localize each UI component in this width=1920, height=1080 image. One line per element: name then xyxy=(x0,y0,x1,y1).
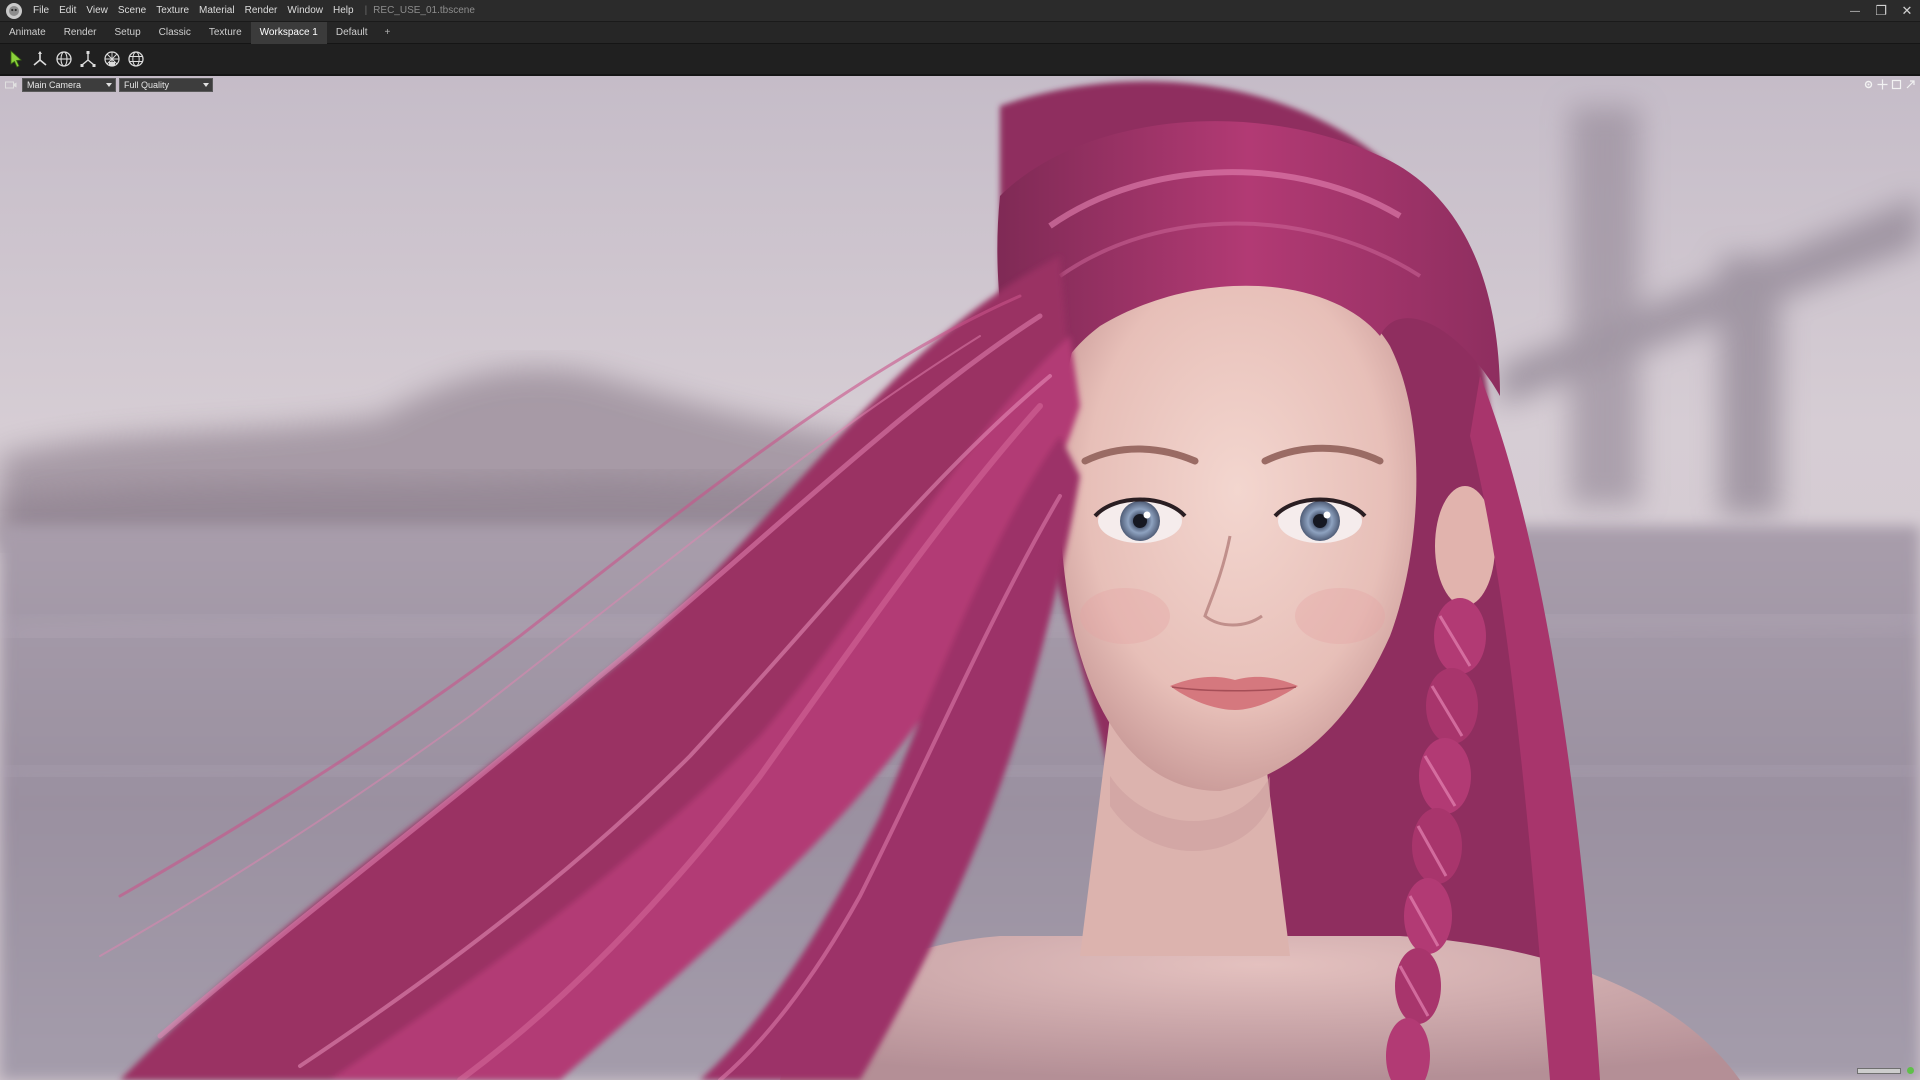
menu-item-scene[interactable]: Scene xyxy=(113,0,151,22)
menu-item-texture[interactable]: Texture xyxy=(151,0,194,22)
chevron-down-icon xyxy=(203,83,209,87)
world-tool-button[interactable] xyxy=(124,47,148,71)
window-controls: — ❐ ✕ xyxy=(1842,0,1920,22)
title-menu-bar: File Edit View Scene Texture Material Render Wi… xyxy=(0,0,1920,22)
tab-texture[interactable]: Texture xyxy=(200,22,251,44)
camera-select[interactable]: Main Camera xyxy=(22,78,116,92)
tab-workspace-1[interactable]: Workspace 1 xyxy=(250,21,327,44)
viewport-maximize-button[interactable] xyxy=(1891,79,1902,90)
menu: File Edit View Scene Texture Material Render Wi… xyxy=(28,0,359,22)
viewport-header: Main Camera Full Quality xyxy=(0,76,1920,94)
viewport-move-button[interactable] xyxy=(1877,79,1888,90)
move-tool-button[interactable] xyxy=(28,47,52,71)
maximize-button[interactable]: ❐ xyxy=(1868,0,1894,22)
close-icon: ✕ xyxy=(1901,3,1913,18)
minimize-icon: — xyxy=(1850,5,1860,17)
menu-item-help[interactable]: Help xyxy=(328,0,359,22)
popout-icon xyxy=(1906,80,1915,89)
select-arrow-icon xyxy=(10,50,22,68)
workspace-tabs: Animate Render Setup Classic Texture Workspac… xyxy=(0,21,377,44)
maximize-icon xyxy=(1891,79,1902,90)
rotate-gizmo-icon xyxy=(56,51,72,67)
menu-item-window[interactable]: Window xyxy=(282,0,328,22)
tab-setup[interactable]: Setup xyxy=(106,22,150,44)
skeleton-mesh-icon xyxy=(104,51,120,67)
viewport-camera-button[interactable] xyxy=(4,79,18,91)
chevron-down-icon xyxy=(106,83,112,87)
viewport-settings-button[interactable] xyxy=(1863,79,1874,90)
menu-item-view[interactable]: View xyxy=(81,0,113,22)
select-tool-button[interactable] xyxy=(4,47,28,71)
move-icon xyxy=(1877,79,1888,90)
render-progress-bar xyxy=(1857,1067,1901,1074)
scale-tool-button[interactable] xyxy=(76,47,100,71)
minimize-button[interactable]: — xyxy=(1842,0,1868,22)
title-separator: | xyxy=(364,5,368,16)
quality-select[interactable]: Full Quality xyxy=(119,78,213,92)
menu-item-edit[interactable]: Edit xyxy=(54,0,81,22)
settings-icon xyxy=(1864,80,1873,89)
app-logo-icon[interactable] xyxy=(6,2,22,19)
window-title: REC_USE_01.tbscene xyxy=(373,5,475,16)
tab-default[interactable]: Default xyxy=(327,22,377,44)
scene-background xyxy=(0,76,1920,1080)
world-grid-icon xyxy=(128,51,144,67)
move-gizmo-icon xyxy=(33,51,47,66)
tab-animate[interactable]: Animate xyxy=(0,22,55,44)
add-workspace-button[interactable]: + xyxy=(377,27,399,38)
render-status-indicator xyxy=(1907,1067,1914,1074)
menu-item-file[interactable]: File xyxy=(28,0,54,22)
viewport-header-icons xyxy=(1863,79,1916,90)
menu-item-render[interactable]: Render xyxy=(240,0,283,22)
maximize-icon: ❐ xyxy=(1875,3,1887,18)
main-toolbar xyxy=(0,44,1920,76)
menu-item-material[interactable]: Material xyxy=(194,0,240,22)
close-button[interactable]: ✕ xyxy=(1894,0,1920,22)
viewport-footer xyxy=(1857,1067,1914,1074)
render-viewport[interactable]: Main Camera Full Quality xyxy=(0,76,1920,1080)
skeleton-tool-button[interactable] xyxy=(100,47,124,71)
camera-icon xyxy=(5,81,17,89)
tab-render[interactable]: Render xyxy=(55,22,106,44)
workspace-tab-bar: Animate Render Setup Classic Texture Workspac… xyxy=(0,21,1920,44)
quality-select-value: Full Quality xyxy=(124,80,170,90)
camera-select-value: Main Camera xyxy=(27,80,82,90)
tab-classic[interactable]: Classic xyxy=(150,22,200,44)
scale-gizmo-icon xyxy=(80,51,96,67)
rotate-tool-button[interactable] xyxy=(52,47,76,71)
viewport-popout-button[interactable] xyxy=(1905,79,1916,90)
